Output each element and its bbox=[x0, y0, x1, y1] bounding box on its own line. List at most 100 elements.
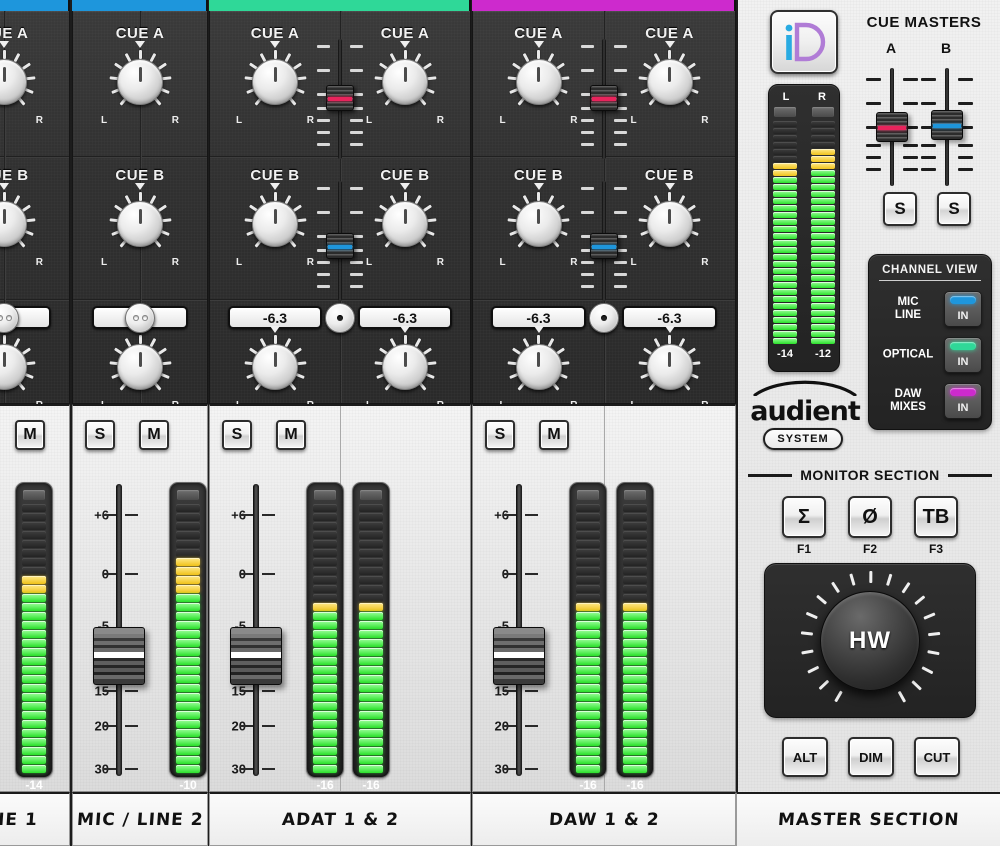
fader-cap[interactable] bbox=[230, 627, 282, 685]
solo-button[interactable]: S bbox=[485, 420, 515, 450]
knob-cap[interactable] bbox=[515, 201, 562, 247]
fader-cap[interactable] bbox=[493, 627, 545, 685]
channel-pan-knob[interactable]: LR bbox=[631, 326, 709, 411]
meter-clip-led bbox=[177, 490, 199, 500]
link-dual-dot[interactable] bbox=[125, 303, 155, 333]
system-button[interactable]: SYSTEM bbox=[763, 428, 843, 450]
cue-b-pan-knob[interactable]: LR bbox=[101, 183, 179, 268]
mute-button[interactable]: M bbox=[276, 420, 306, 450]
knob-pointer-icon bbox=[664, 326, 675, 333]
channel-meter: -16 bbox=[569, 482, 607, 792]
link-single-dot[interactable] bbox=[589, 303, 619, 333]
mute-button[interactable]: M bbox=[15, 420, 45, 450]
meter-clip-led bbox=[577, 490, 599, 500]
polarity-button[interactable]: Ø bbox=[848, 496, 892, 538]
cue-a-pan-knob[interactable]: LR bbox=[631, 41, 709, 126]
channel-view-in-button-daw-mixes[interactable]: IN bbox=[944, 383, 982, 419]
solo-button[interactable]: S bbox=[85, 420, 115, 450]
knob-pointer-icon bbox=[135, 183, 145, 190]
dim-button[interactable]: DIM bbox=[848, 737, 894, 777]
knob-cap[interactable] bbox=[252, 344, 298, 390]
fader-cap[interactable] bbox=[931, 110, 963, 140]
cue-b-pan-knob[interactable]: LR bbox=[0, 183, 43, 268]
id-mixer-app: CUE ALRCUE BLRCLR M +60-5101520304050∞ -14 L… bbox=[0, 0, 1000, 846]
cut-button[interactable]: CUT bbox=[914, 737, 960, 777]
channel-view-in-button-mic-line[interactable]: IN bbox=[944, 291, 982, 327]
cue-master-a-solo-button[interactable]: S bbox=[883, 192, 917, 226]
channel-pan-knob[interactable]: LR bbox=[236, 326, 314, 411]
cue-b-pan-knob[interactable]: LR bbox=[366, 183, 444, 268]
cue-b-pan-knob[interactable]: LR bbox=[500, 183, 578, 268]
channel-pan-knob[interactable]: LR bbox=[366, 326, 444, 411]
id-logo-button[interactable] bbox=[770, 10, 838, 74]
knob-cap[interactable] bbox=[117, 59, 163, 105]
knob-cap[interactable] bbox=[382, 59, 428, 105]
cue-b-pan-knob[interactable]: LR bbox=[236, 183, 314, 268]
fader-cap[interactable] bbox=[590, 233, 618, 259]
in-button-label: IN bbox=[957, 310, 969, 322]
cue-a-pan-knob[interactable]: LR bbox=[500, 41, 578, 126]
knob-cap[interactable] bbox=[515, 59, 562, 105]
knob-pointer-icon bbox=[664, 41, 675, 48]
mute-button[interactable]: M bbox=[539, 420, 569, 450]
channel-fader[interactable]: +60-5101520304050∞ bbox=[0, 484, 11, 776]
knob-cap[interactable] bbox=[646, 59, 693, 105]
cue-master-b-solo-button[interactable]: S bbox=[937, 192, 971, 226]
cue-a-pan-knob[interactable]: LR bbox=[366, 41, 444, 126]
monitor-level-knob[interactable]: HW bbox=[800, 570, 940, 711]
cue-section-line-1-group: CUE ALRCUE BLRCLR bbox=[0, 11, 70, 411]
audient-swoosh-icon bbox=[753, 380, 857, 397]
cue-a-master-fader[interactable] bbox=[581, 39, 627, 159]
channel-fader[interactable]: +60-5101520304050∞ bbox=[473, 484, 565, 840]
knob-cap[interactable] bbox=[117, 201, 163, 247]
knob-cap[interactable] bbox=[252, 201, 298, 247]
fader-cap[interactable] bbox=[590, 85, 618, 111]
fader-cap[interactable] bbox=[326, 85, 354, 111]
alt-button[interactable]: ALT bbox=[782, 737, 828, 777]
channel-meter: -16 bbox=[616, 482, 654, 792]
talkback-button[interactable]: TB bbox=[914, 496, 958, 538]
function-label-f1: F1 bbox=[796, 542, 811, 556]
cue-master-b-fader[interactable] bbox=[921, 68, 973, 186]
sum-button[interactable]: Σ bbox=[782, 496, 826, 538]
fader-cap[interactable] bbox=[326, 233, 354, 259]
pan-right-label: R bbox=[35, 115, 43, 126]
channel-pan-knob[interactable]: LR bbox=[500, 326, 578, 411]
knob-cap[interactable] bbox=[252, 59, 298, 105]
knob-cap[interactable] bbox=[117, 344, 163, 390]
cue-a-pan-knob[interactable]: LR bbox=[236, 41, 314, 126]
cue-master-a-fader[interactable] bbox=[866, 68, 918, 186]
cue-a-pan-knob[interactable]: LR bbox=[0, 41, 43, 126]
solo-button[interactable]: S bbox=[222, 420, 252, 450]
cue-a-pan-knob[interactable]: LR bbox=[101, 41, 179, 126]
knob-cap[interactable] bbox=[515, 344, 562, 390]
channel-fader[interactable]: +60-5101520304050∞ bbox=[210, 484, 302, 840]
knob-cap[interactable] bbox=[382, 344, 428, 390]
cue-a-label: CUE A bbox=[0, 25, 29, 42]
meter-value-label: -12 bbox=[815, 348, 831, 360]
fader-cap[interactable] bbox=[876, 112, 908, 142]
knob-pointer-icon bbox=[0, 41, 9, 48]
meter-segments bbox=[811, 121, 835, 344]
channel-color-bar bbox=[0, 0, 70, 11]
channel-fader[interactable]: +60-5101520304050∞ bbox=[73, 484, 165, 840]
pan-left-label: L bbox=[236, 257, 243, 268]
knob-cap[interactable] bbox=[646, 201, 693, 247]
cue-b-pan-knob[interactable]: LR bbox=[631, 183, 709, 268]
cue-a-master-fader[interactable] bbox=[317, 39, 363, 159]
master-meter-left: -14 bbox=[773, 107, 797, 360]
link-single-dot[interactable] bbox=[325, 303, 355, 333]
cue-b-master-fader[interactable] bbox=[317, 181, 363, 301]
fader-cap[interactable] bbox=[93, 627, 145, 685]
knob-cap[interactable] bbox=[646, 344, 693, 390]
mute-button[interactable]: M bbox=[139, 420, 169, 450]
channel-name-plate-label: LINE 1 bbox=[0, 809, 39, 830]
fader-accent-line bbox=[328, 245, 352, 249]
channel-pan-knob[interactable]: LR bbox=[101, 326, 179, 411]
knob-cap-label[interactable]: HW bbox=[820, 590, 920, 691]
knob-cap[interactable] bbox=[382, 201, 428, 247]
channel-pan-knob[interactable]: LR bbox=[0, 326, 43, 411]
cue-b-master-fader[interactable] bbox=[581, 181, 627, 301]
channel-view-in-button-optical[interactable]: IN bbox=[944, 337, 982, 373]
master-meter-right-label: R bbox=[818, 91, 826, 103]
